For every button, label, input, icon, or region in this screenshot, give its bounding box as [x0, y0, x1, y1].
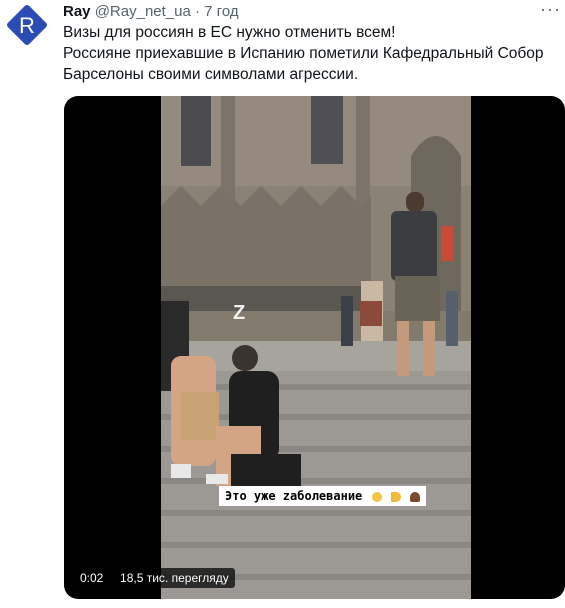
banana-icon — [390, 491, 401, 502]
tweet-text-line: Визы для россиян в ЕС нужно отменить все… — [63, 24, 396, 41]
avatar[interactable]: R — [4, 2, 50, 48]
video-views: 18,5 тис. перегляду — [120, 571, 229, 585]
emoji-icon — [371, 491, 382, 502]
video-caption: Это уже zаболевание — [219, 486, 426, 506]
tweet-time[interactable]: 7 год — [204, 3, 238, 20]
separator-dot: · — [195, 3, 200, 20]
author-name[interactable]: Ray — [63, 3, 91, 20]
avatar-logo: R — [7, 5, 47, 45]
author-handle[interactable]: @Ray_net_ua — [95, 3, 191, 20]
video-player[interactable]: Z Это уже zаболевание 0:02 18,5 тис. пер… — [64, 96, 565, 599]
more-horizontal-icon[interactable]: ··· — [540, 0, 561, 18]
svg-text:R: R — [19, 13, 35, 38]
video-meta: 0:02 18,5 тис. перегляду — [74, 568, 235, 588]
video-time: 0:02 — [80, 571, 104, 585]
tweet-text-line: Россияне приехавшие в Испанию пометили К… — [63, 45, 544, 83]
poop-icon — [409, 491, 420, 502]
tweet-header: Ray @Ray_net_ua · 7 год — [63, 3, 239, 21]
video-frame: Z — [161, 96, 471, 599]
caption-text: Это уже zаболевание — [225, 489, 363, 503]
tweet-text: Визы для россиян в ЕС нужно отменить все… — [63, 22, 559, 85]
graffiti-mark: Z — [233, 302, 245, 324]
